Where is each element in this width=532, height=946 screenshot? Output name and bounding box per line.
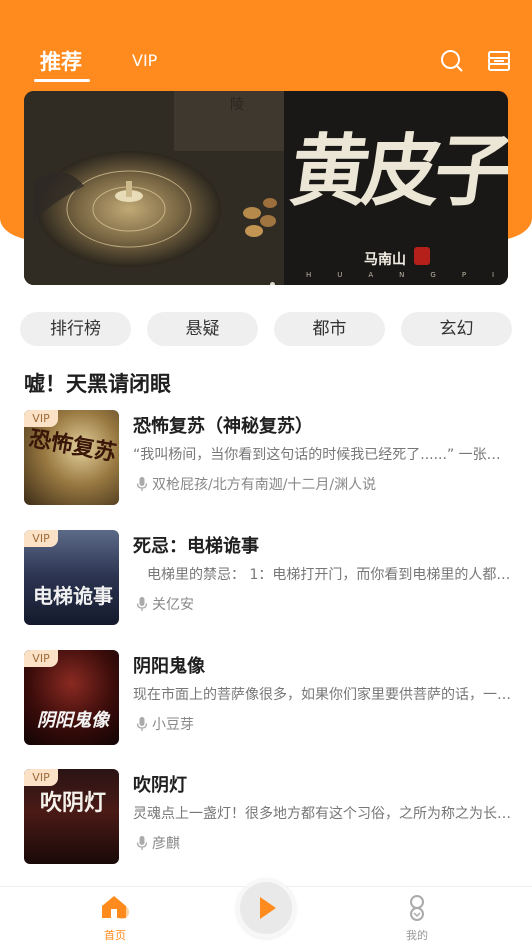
svg-text:陵: 陵: [230, 97, 244, 113]
banner-seal: [414, 247, 430, 265]
book-description: 灵魂点上一盏灯！很多地方都有这个习俗，之所为称之为长明灯: [133, 806, 511, 822]
book-author: 彦麒: [136, 833, 180, 855]
chip-urban[interactable]: 都市: [274, 312, 385, 346]
book-title: 恐怖复苏（神秘复苏）: [133, 416, 313, 437]
book-description: 电梯里的禁忌： 1：电梯打开门，而你看到电梯里的人都看着你: [133, 567, 511, 583]
profile-icon: [403, 895, 431, 925]
section-title: 嘘！天黑请闭眼: [24, 372, 171, 396]
book-description: 现在市面上的菩萨像很多，如果你们家里要供菩萨的话，一定要注意: [133, 687, 511, 703]
book-item[interactable]: 电梯诡事 VIP 死忌：电梯诡事 电梯里的禁忌： 1：电梯打开门，而你看到电梯里…: [0, 530, 532, 630]
book-author-name: 双枪屁孩/北方有南迦/十二月/渊人说: [152, 477, 377, 493]
book-author: 关亿安: [136, 594, 194, 616]
vip-badge: VIP: [24, 410, 58, 427]
book-item[interactable]: 阴阳鬼像 VIP 阴阳鬼像 现在市面上的菩萨像很多，如果你们家里要供菩萨的话，一…: [0, 650, 532, 750]
microphone-icon: [136, 476, 148, 496]
book-cover-text: 阴阳鬼像: [37, 710, 109, 731]
vip-badge: VIP: [24, 530, 58, 547]
bookshelf-icon[interactable]: [486, 48, 512, 74]
book-description: “我叫杨间，当你看到这句话的时候我已经死了......” 一张诡异的羊皮纸: [133, 447, 511, 463]
banner-pagination: [270, 272, 279, 285]
book-cover: 恐怖复苏 VIP: [24, 410, 119, 505]
tab-recommend-label: 推荐: [40, 50, 82, 74]
category-chips: 排行榜 悬疑 都市 玄幻: [20, 312, 512, 346]
book-cover-text: 吹阴灯: [39, 790, 106, 816]
book-cover-text: 电梯诡事: [33, 584, 113, 608]
book-item[interactable]: 恐怖复苏 VIP 恐怖复苏（神秘复苏） “我叫杨间，当你看到这句话的时候我已经死…: [0, 410, 532, 510]
book-author-name: 小豆芽: [152, 717, 194, 733]
search-icon[interactable]: [439, 48, 465, 74]
book-cover: 吹阴灯 VIP: [24, 769, 119, 864]
banner-dot-active: [270, 282, 275, 285]
chip-ranking[interactable]: 排行榜: [20, 312, 131, 346]
home-icon: [98, 896, 132, 925]
vip-badge: VIP: [24, 769, 58, 786]
book-author: 双枪屁孩/北方有南迦/十二月/渊人说: [136, 474, 376, 496]
tab-recommend[interactable]: 推荐: [34, 46, 90, 82]
play-button[interactable]: [236, 878, 296, 938]
book-author-name: 关亿安: [152, 597, 194, 613]
book-cover: 电梯诡事 VIP: [24, 530, 119, 625]
play-icon: [260, 897, 276, 919]
chip-suspense[interactable]: 悬疑: [147, 312, 258, 346]
banner-pinyin: HUANGPIZI: [306, 271, 508, 279]
book-item[interactable]: 吹阴灯 VIP 吹阴灯 灵魂点上一盏灯！很多地方都有这个习俗，之所为称之为长明灯…: [0, 769, 532, 869]
nav-mine-label: 我的: [406, 929, 428, 942]
nav-mine[interactable]: 我的: [387, 893, 447, 943]
vip-badge: VIP: [24, 650, 58, 667]
book-cover-text: 恐怖复苏: [27, 425, 119, 467]
book-title: 死忌：电梯诡事: [133, 536, 259, 557]
banner-title: 黄皮子: [284, 126, 508, 217]
book-author: 小豆芽: [136, 714, 194, 736]
featured-banner[interactable]: 陵 黄皮子 马南山 HUANGPIZI: [24, 91, 508, 285]
banner-author: 马南山: [364, 252, 406, 268]
book-author-name: 彦麒: [152, 836, 180, 852]
microphone-icon: [136, 835, 148, 855]
tab-vip-label: VIP: [132, 51, 158, 70]
microphone-icon: [136, 716, 148, 736]
book-title: 吹阴灯: [133, 775, 187, 796]
chip-fantasy[interactable]: 玄幻: [401, 312, 512, 346]
tab-vip[interactable]: VIP: [132, 51, 157, 70]
book-cover: 阴阳鬼像 VIP: [24, 650, 119, 745]
book-title: 阴阳鬼像: [133, 656, 205, 677]
active-tab-indicator: [34, 79, 90, 82]
microphone-icon: [136, 596, 148, 616]
nav-home[interactable]: 首页: [85, 893, 145, 943]
nav-home-label: 首页: [104, 929, 126, 942]
